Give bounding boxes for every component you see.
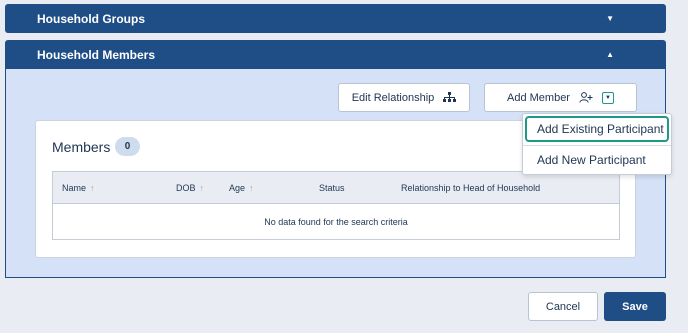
cancel-button[interactable]: Cancel bbox=[528, 292, 598, 321]
add-person-icon bbox=[579, 92, 593, 103]
members-table-header: Name ↑ DOB ↑ Age ↑ Status Relationship to H… bbox=[53, 172, 619, 204]
add-member-dropdown-toggle[interactable]: ▼ bbox=[601, 91, 614, 104]
chevron-down-icon[interactable]: ▼ bbox=[606, 14, 614, 23]
edit-relationship-label: Edit Relationship bbox=[351, 91, 435, 104]
column-header-dob[interactable]: DOB ↑ bbox=[176, 183, 204, 193]
add-member-label: Add Member bbox=[507, 91, 570, 104]
members-table: Name ↑ DOB ↑ Age ↑ Status Relationship to H… bbox=[52, 171, 620, 240]
hierarchy-icon bbox=[443, 92, 457, 103]
sort-arrow-icon[interactable]: ↑ bbox=[249, 183, 254, 193]
column-header-name[interactable]: Name ↑ bbox=[62, 183, 95, 193]
add-member-button[interactable]: Add Member ▼ bbox=[484, 83, 637, 112]
members-count-badge: 0 bbox=[115, 137, 140, 156]
column-header-age[interactable]: Age ↑ bbox=[229, 183, 254, 193]
sort-arrow-icon[interactable]: ↑ bbox=[200, 183, 205, 193]
menu-item-add-new-participant[interactable]: Add New Participant bbox=[523, 145, 671, 174]
column-header-relationship: Relationship to Head of Household bbox=[401, 183, 541, 193]
sort-arrow-icon[interactable]: ↑ bbox=[90, 183, 95, 193]
chevron-up-icon[interactable]: ▲ bbox=[606, 50, 614, 59]
menu-item-add-existing-participant[interactable]: Add Existing Participant bbox=[523, 114, 671, 143]
column-header-status: Status bbox=[319, 183, 345, 193]
empty-table-message: No data found for the search criteria bbox=[264, 217, 408, 227]
household-members-title: Household Members bbox=[37, 47, 156, 62]
household-groups-header[interactable]: Household Groups ▼ bbox=[5, 4, 666, 33]
edit-relationship-button[interactable]: Edit Relationship bbox=[338, 83, 470, 112]
members-title: Members bbox=[52, 139, 111, 155]
household-members-header[interactable]: Household Members ▲ bbox=[5, 40, 666, 69]
save-button[interactable]: Save bbox=[604, 292, 666, 321]
add-member-dropdown-menu: Add Existing Participant Add New Partici… bbox=[522, 113, 672, 175]
household-groups-title: Household Groups bbox=[37, 11, 145, 26]
